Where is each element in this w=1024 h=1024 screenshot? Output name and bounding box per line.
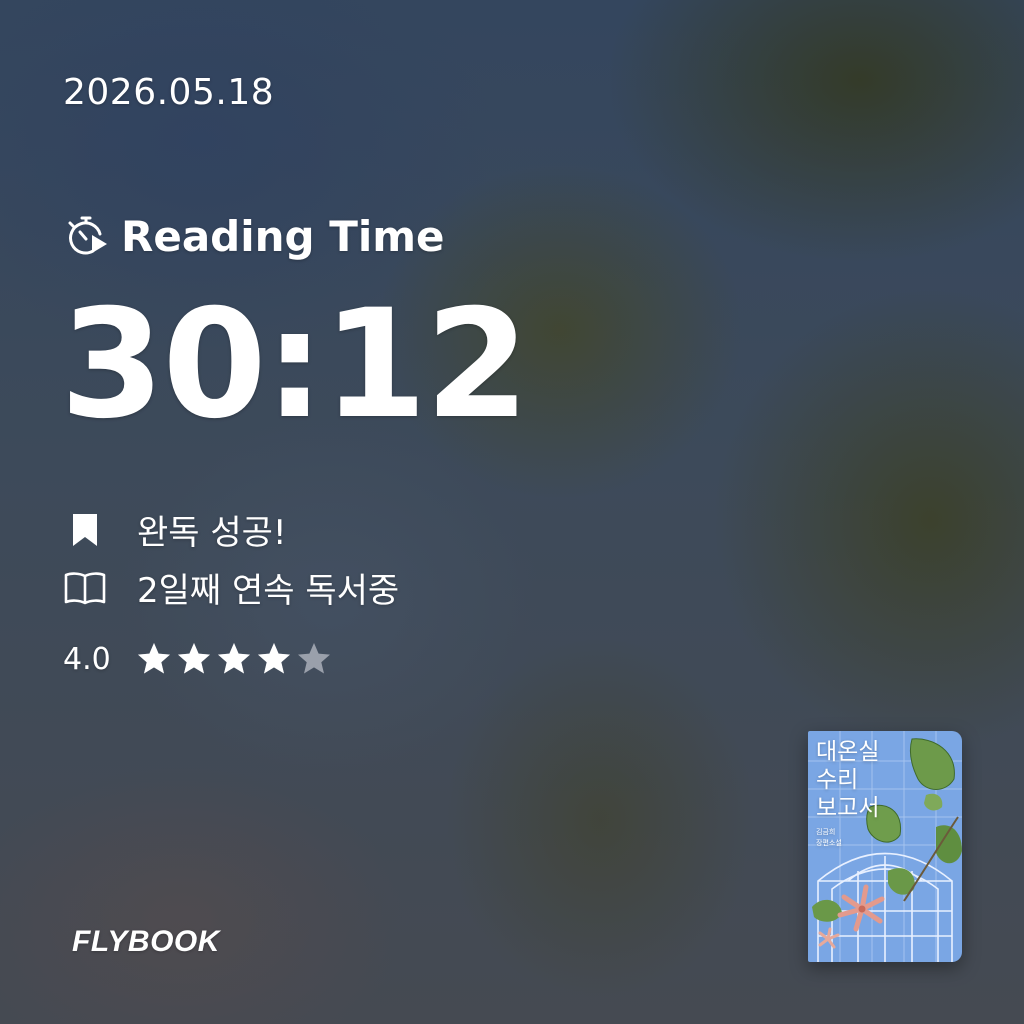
completion-status: 완독 성공! bbox=[63, 505, 287, 554]
streak-status: 2일째 연속 독서중 bbox=[63, 563, 399, 612]
reading-date: 2026.05.18 bbox=[63, 72, 275, 113]
book-title-line-3: 보고서 bbox=[816, 795, 879, 821]
open-book-icon bbox=[63, 566, 107, 610]
rating-stars bbox=[135, 640, 333, 678]
reading-time-header: Reading Time bbox=[63, 212, 445, 261]
star-filled-icon bbox=[255, 640, 293, 678]
star-filled-icon bbox=[135, 640, 173, 678]
bookmark-icon bbox=[63, 508, 107, 552]
star-filled-icon bbox=[215, 640, 253, 678]
book-title-line-1: 대온실 bbox=[816, 739, 879, 765]
completion-text: 완독 성공! bbox=[137, 513, 287, 553]
streak-text: 2일째 연속 독서중 bbox=[137, 571, 400, 611]
star-filled-icon bbox=[175, 640, 213, 678]
svg-text:FLYBOOK: FLYBOOK bbox=[72, 925, 222, 958]
book-title-line-2: 수리 bbox=[816, 767, 858, 793]
star-empty-icon bbox=[295, 640, 333, 678]
reading-time-label: Reading Time bbox=[121, 212, 445, 261]
book-author: 김금희 bbox=[816, 827, 835, 836]
reading-time-value: 30:12 bbox=[60, 278, 529, 452]
rating-value: 4.0 bbox=[63, 641, 111, 677]
rating: 4.0 bbox=[63, 640, 333, 678]
book-subtitle: 장편소설 bbox=[816, 838, 842, 847]
stopwatch-play-icon bbox=[63, 214, 109, 260]
book-cover[interactable]: 대온실 수리 보고서 김금희 장편소설 bbox=[808, 731, 962, 962]
reading-card: 2026.05.18 Reading Time 30:12 완독 성공! 2일째… bbox=[0, 0, 1024, 1024]
brand-logo: FLYBOOK bbox=[72, 918, 252, 966]
